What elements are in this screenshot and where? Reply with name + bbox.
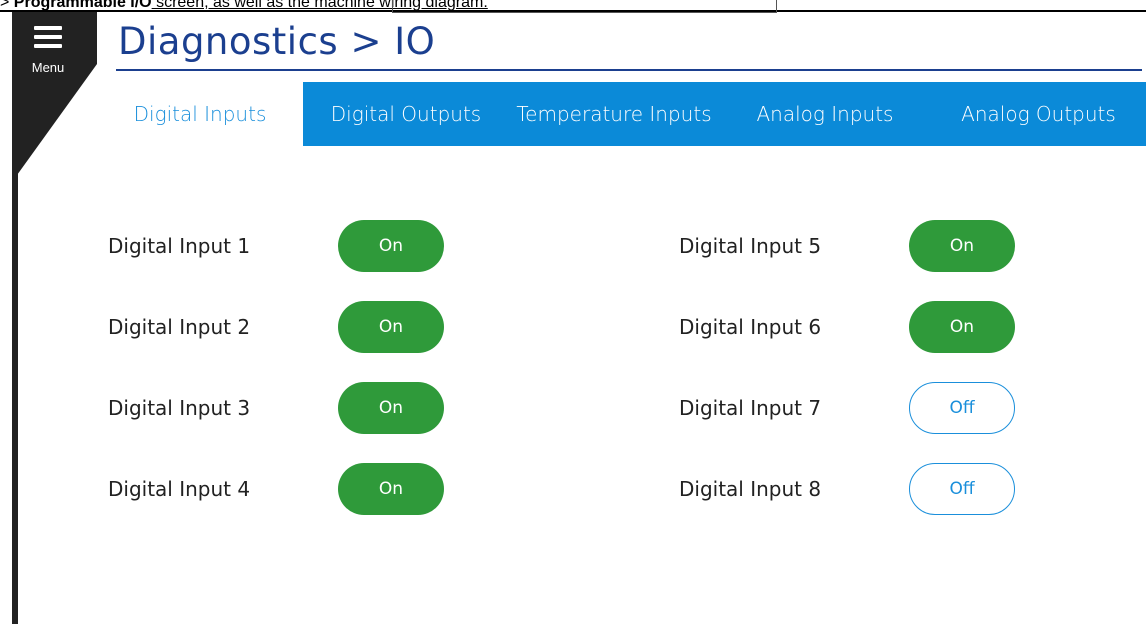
tab-temperature-inputs[interactable]: Temperature Inputs	[509, 82, 719, 146]
io-row: Digital Input 8 Off	[0, 463, 1146, 515]
title-underline	[116, 69, 1142, 71]
tab-analog-outputs[interactable]: Analog Outputs	[931, 82, 1146, 146]
digital-input-state-toggle[interactable]: Off	[909, 382, 1015, 434]
tab-bar: Digital Inputs Digital Outputs Temperatu…	[97, 82, 1146, 146]
menu-label: Menu	[31, 60, 65, 75]
page-title: Diagnostics > IO	[118, 20, 436, 63]
digital-input-label: Digital Input 5	[679, 234, 822, 258]
hamburger-icon	[34, 26, 62, 50]
digital-input-label: Digital Input 7	[679, 396, 822, 420]
digital-input-label: Digital Input 6	[679, 315, 822, 339]
digital-input-state-toggle[interactable]: On	[909, 301, 1015, 353]
io-row: Digital Input 5 On	[0, 220, 1146, 272]
tab-digital-outputs[interactable]: Digital Outputs	[303, 82, 509, 146]
digital-input-label: Digital Input 8	[679, 477, 822, 501]
top-frame	[392, 0, 777, 13]
digital-input-state-toggle[interactable]: Off	[909, 463, 1015, 515]
diagnostics-io-screen: > Programmable I/O screen, as well as th…	[0, 0, 1146, 624]
io-row: Digital Input 7 Off	[0, 382, 1146, 434]
menu-button[interactable]: Menu	[28, 24, 68, 78]
tab-digital-inputs[interactable]: Digital Inputs	[97, 82, 303, 146]
digital-input-state-toggle[interactable]: On	[909, 220, 1015, 272]
tab-analog-inputs[interactable]: Analog Inputs	[719, 82, 931, 146]
io-row: Digital Input 6 On	[0, 301, 1146, 353]
